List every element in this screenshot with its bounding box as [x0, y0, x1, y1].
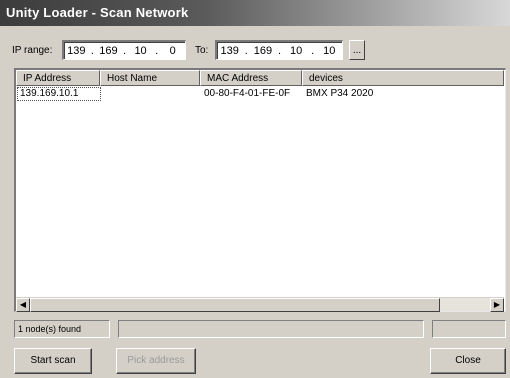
cell-devices: BMX P34 2020: [306, 88, 374, 99]
start-scan-button[interactable]: Start scan: [14, 348, 92, 374]
scroll-right-button[interactable]: ▶: [490, 298, 504, 312]
column-header-host-name[interactable]: Host Name: [100, 70, 200, 86]
browse-button[interactable]: ...: [349, 40, 365, 60]
status-panel: [432, 320, 506, 338]
ip-from-octet-2[interactable]: 169: [96, 45, 121, 57]
pick-address-button[interactable]: Pick address: [116, 348, 196, 374]
ip-to-octet-1[interactable]: 139: [217, 45, 242, 57]
close-button[interactable]: Close: [430, 348, 506, 374]
ip-from-octet-1[interactable]: 139: [64, 45, 89, 57]
ip-to-field[interactable]: 139. 169. 10. 10: [215, 40, 343, 60]
ip-from-octet-3[interactable]: 10: [128, 45, 153, 57]
ip-from-octet-4[interactable]: 0: [160, 45, 185, 57]
progress-bar: [118, 320, 424, 338]
arrow-right-icon: ▶: [493, 300, 501, 309]
scroll-left-button[interactable]: ◀: [16, 298, 30, 312]
devices-list[interactable]: IP Address Host Name MAC Address devices…: [14, 68, 506, 312]
ip-to-octet-2[interactable]: 169: [250, 45, 275, 57]
arrow-left-icon: ◀: [19, 300, 27, 309]
ip-range-label: IP range:: [12, 45, 53, 56]
ip-to-octet-4[interactable]: 10: [317, 45, 342, 57]
to-label: To:: [195, 45, 209, 56]
cell-host-name: [100, 87, 200, 101]
scan-network-dialog: Unity Loader - Scan Network IP range: 13…: [0, 0, 510, 378]
window-title: Unity Loader - Scan Network: [6, 5, 189, 20]
ip-to-octet-3[interactable]: 10: [283, 45, 308, 57]
title-bar: Unity Loader - Scan Network: [0, 0, 510, 26]
row-focus-rect: [17, 87, 101, 101]
column-header-ip-address[interactable]: IP Address: [16, 70, 100, 86]
horizontal-scrollbar[interactable]: ◀ ▶: [16, 297, 504, 312]
list-header: IP Address Host Name MAC Address devices: [16, 70, 504, 86]
column-header-mac-address[interactable]: MAC Address: [200, 70, 302, 86]
scroll-thumb[interactable]: [30, 298, 440, 312]
cell-mac-address: 00-80-F4-01-FE-0F: [204, 88, 291, 99]
column-header-devices[interactable]: devices: [302, 70, 504, 86]
ip-from-field[interactable]: 139. 169. 10. 0: [62, 40, 186, 60]
table-row[interactable]: 139.169.10.1 00-80-F4-01-FE-0F BMX P34 2…: [16, 87, 504, 101]
status-nodes-found: 1 node(s) found: [14, 320, 110, 338]
